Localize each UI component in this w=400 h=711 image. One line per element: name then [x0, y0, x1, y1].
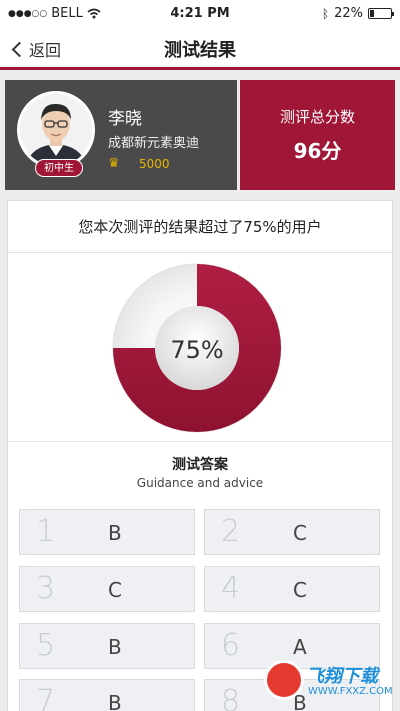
guidance-title: 测试答案 [172, 457, 228, 473]
answer-number: 7 [36, 684, 56, 711]
battery-percent: 22% [334, 6, 363, 21]
answer-number: 4 [221, 571, 241, 606]
page-title: 测试结果 [164, 40, 236, 61]
guidance-subtitle: Guidance and advice [136, 476, 264, 490]
answer-number: 5 [36, 628, 56, 663]
battery-icon [368, 8, 394, 19]
answer-number: 8 [221, 684, 241, 711]
answer-letter: A [293, 635, 307, 659]
crown-icon: ♛ [108, 156, 120, 171]
guidance-header: 测试答案 Guidance and advice [8, 441, 392, 493]
answer-letter: C [293, 521, 307, 545]
avatar-photo-icon [20, 94, 92, 166]
answer-item[interactable]: 7 B [19, 679, 195, 711]
user-points: 5000 [139, 157, 170, 171]
answer-letter: B [108, 521, 122, 545]
answer-letter: B [108, 635, 122, 659]
answer-letter: B [108, 691, 122, 711]
donut-percent-label: 75% [170, 336, 223, 364]
answer-item[interactable]: 2 C [204, 509, 380, 555]
percentile-donut: 75% [8, 253, 392, 441]
user-name: 李晓 [108, 109, 142, 129]
grade-badge: 初中生 [35, 159, 83, 177]
answer-item[interactable]: 5 B [19, 623, 195, 669]
result-summary: 您本次测评的结果超过了75%的用户 [8, 201, 392, 253]
result-panel: 您本次测评的结果超过了75%的用户 75% 测试答案 Guidance and … [7, 200, 393, 711]
answer-number: 6 [221, 628, 241, 663]
status-bar: ●●●○○ BELL 4:21 PM ᛒ 22% [0, 0, 400, 28]
total-score-card: 测评总分数 96分 [240, 80, 395, 190]
answer-item[interactable]: 3 C [19, 566, 195, 612]
bluetooth-icon: ᛒ [321, 6, 330, 21]
watermark-url: WWW.FXXZ.COM [308, 686, 393, 697]
answer-number: 1 [36, 514, 56, 549]
watermark-logo: 飞翔下载 WWW.FXXZ.COM [264, 660, 394, 706]
answer-number: 2 [221, 514, 241, 549]
watermark-circle-icon [264, 660, 304, 700]
total-score-value: 96分 [293, 139, 342, 163]
nav-bar: 返回 测试结果 [0, 28, 400, 70]
answer-number: 3 [36, 571, 56, 606]
watermark-brand: 飞翔下载 [306, 666, 378, 687]
avatar[interactable] [17, 91, 95, 169]
total-score-label: 测评总分数 [279, 108, 355, 126]
answer-item[interactable]: 1 B [19, 509, 195, 555]
profile-card: 初中生 李晓 成都新元素奥迪 ♛ 5000 [5, 80, 237, 190]
user-school: 成都新元素奥迪 [108, 136, 200, 151]
answer-item[interactable]: 4 C [204, 566, 380, 612]
answer-letter: C [293, 578, 307, 602]
answer-letter: C [108, 578, 122, 602]
